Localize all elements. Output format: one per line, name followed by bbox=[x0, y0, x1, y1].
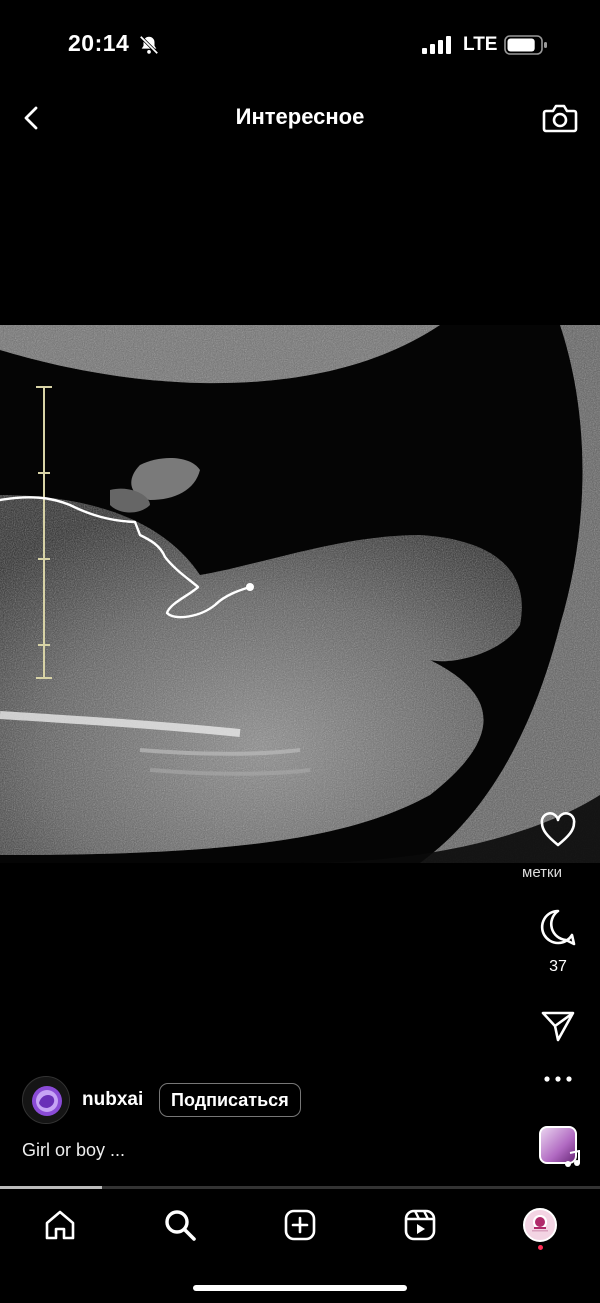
page-title: Интересное bbox=[235, 104, 365, 129]
tab-profile[interactable] bbox=[520, 1205, 560, 1245]
paper-plane-icon bbox=[541, 1011, 575, 1042]
camera-icon bbox=[542, 104, 578, 133]
post-caption[interactable]: Girl or boy ... bbox=[22, 1140, 125, 1161]
author-username[interactable]: nubxai bbox=[82, 1089, 143, 1111]
home-icon bbox=[45, 1210, 75, 1240]
camera-button[interactable] bbox=[540, 98, 580, 138]
cellular-signal-icon bbox=[422, 36, 451, 54]
share-button[interactable] bbox=[528, 1008, 588, 1049]
bell-muted-icon bbox=[139, 35, 159, 55]
tab-reels[interactable] bbox=[400, 1205, 440, 1245]
network-type: LTE bbox=[463, 34, 498, 55]
battery-icon bbox=[504, 35, 547, 55]
heart-icon bbox=[540, 812, 576, 847]
profile-notification-dot bbox=[538, 1245, 543, 1250]
tab-search[interactable] bbox=[160, 1205, 200, 1245]
explore-post-screen: 20:14 LTE Интересное метки 37 nubxai Под… bbox=[0, 0, 600, 1303]
author-avatar[interactable] bbox=[22, 1076, 70, 1124]
top-header: Интересное bbox=[0, 90, 600, 146]
post-media-ultrasound-image[interactable] bbox=[0, 325, 600, 863]
follow-button[interactable]: Подписаться bbox=[159, 1083, 301, 1117]
search-icon bbox=[165, 1210, 196, 1241]
comment-count: 37 bbox=[549, 958, 567, 975]
music-note-icon bbox=[565, 1150, 580, 1167]
like-button[interactable] bbox=[528, 812, 588, 853]
profile-avatar-image bbox=[532, 1217, 548, 1232]
tab-create[interactable] bbox=[280, 1205, 320, 1245]
comment-button[interactable] bbox=[528, 908, 588, 953]
profile-avatar bbox=[523, 1208, 557, 1242]
add-icon bbox=[284, 1209, 316, 1241]
more-dots-icon bbox=[544, 1076, 572, 1082]
reels-icon bbox=[404, 1209, 436, 1241]
home-indicator[interactable] bbox=[193, 1285, 407, 1291]
status-time: 20:14 bbox=[68, 30, 130, 56]
tab-home[interactable] bbox=[40, 1205, 80, 1245]
author-avatar-image bbox=[23, 1077, 69, 1123]
ultrasound-image bbox=[0, 325, 600, 863]
status-bar: 20:14 LTE bbox=[0, 0, 600, 90]
comment-bubble-icon bbox=[540, 909, 576, 946]
likes-label: метки bbox=[522, 864, 562, 881]
more-options-button[interactable] bbox=[528, 1070, 588, 1088]
